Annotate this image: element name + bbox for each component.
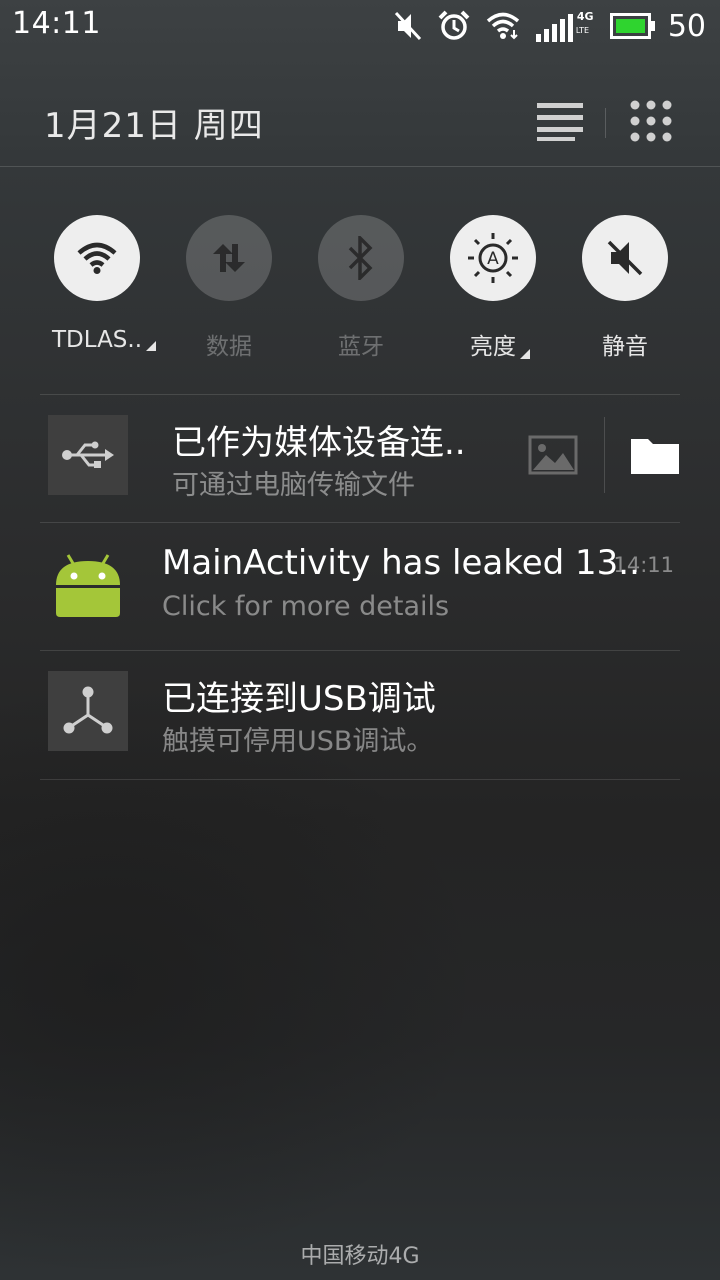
notification-leak[interactable]: MainActivity has leaked 13.. Click for m…	[40, 522, 680, 651]
network-type-label: 4G	[576, 10, 594, 23]
carrier-label: 中国移动4G	[300, 1244, 420, 1269]
bluetooth-icon	[348, 236, 373, 280]
wifi-icon	[486, 12, 520, 40]
image-button[interactable]	[528, 435, 578, 475]
toggle-brightness-text: 亮度	[470, 334, 516, 360]
grid-icon	[630, 100, 672, 142]
wifi-icon	[77, 242, 117, 274]
toggle-bluetooth[interactable]: 蓝牙	[296, 215, 426, 361]
action-divider	[604, 417, 605, 493]
toggle-bluetooth-button[interactable]	[318, 215, 404, 301]
toggle-mute-button[interactable]	[582, 215, 668, 301]
list-button[interactable]	[535, 98, 585, 144]
header-divider	[605, 108, 606, 138]
mute-icon	[394, 11, 422, 41]
usb-icon	[48, 415, 128, 495]
toggle-brightness-button[interactable]: A	[450, 215, 536, 301]
mute-icon	[607, 240, 643, 276]
battery-icon	[609, 13, 656, 39]
alarm-icon	[438, 10, 470, 42]
signal-4g-icon: 4G LTE	[535, 10, 594, 42]
toggle-brightness-label: 亮度	[470, 327, 530, 361]
grid-button[interactable]	[626, 98, 676, 144]
battery-percent: 50	[667, 8, 706, 44]
data-icon	[213, 244, 245, 272]
toggle-data[interactable]: 数据	[164, 215, 294, 361]
notification-subtitle: 可通过电脑传输文件	[172, 470, 415, 501]
toggle-data-label: 数据	[206, 334, 252, 360]
image-icon	[528, 435, 578, 475]
quick-settings: TDLAS.. 数据 蓝牙 A 亮度 静音	[0, 215, 720, 365]
toggle-data-button[interactable]	[186, 215, 272, 301]
notification-title: MainActivity has leaked 13..	[162, 543, 640, 583]
notification-usb-media[interactable]: 已作为媒体设备连.. 可通过电脑传输文件	[40, 394, 680, 523]
folder-icon	[631, 439, 679, 474]
notification-subtitle: Click for more details	[162, 591, 450, 622]
toggle-wifi-button[interactable]	[54, 215, 140, 301]
debug-icon	[48, 671, 128, 751]
status-icons: 4G LTE 50	[394, 8, 706, 44]
android-icon	[48, 543, 128, 623]
list-icon	[537, 103, 583, 141]
status-bar: 14:11 4G LTE 50	[0, 0, 720, 52]
notification-usb-debug[interactable]: 已连接到USB调试 触摸可停用USB调试。	[40, 650, 680, 780]
notification-header: 1月21日 周四	[0, 80, 720, 167]
status-time: 14:11	[12, 6, 101, 41]
toggle-mute[interactable]: 静音	[560, 215, 690, 361]
date-label: 1月21日 周四	[44, 106, 264, 146]
toggle-wifi[interactable]: TDLAS..	[32, 215, 162, 353]
toggle-wifi-text: TDLAS..	[51, 327, 143, 353]
toggle-mute-label: 静音	[602, 334, 648, 360]
toggle-wifi-menu-indicator[interactable]	[146, 341, 157, 351]
network-lte-label: LTE	[575, 26, 590, 35]
folder-button[interactable]	[630, 435, 680, 475]
toggle-bluetooth-label: 蓝牙	[338, 334, 384, 360]
notification-title: 已作为媒体设备连..	[172, 423, 466, 463]
toggle-brightness[interactable]: A 亮度	[428, 215, 558, 361]
notification-subtitle: 触摸可停用USB调试。	[162, 726, 434, 757]
notification-title: 已连接到USB调试	[162, 679, 436, 719]
svg-text:A: A	[487, 249, 499, 269]
toggle-brightness-menu-indicator[interactable]	[520, 349, 530, 359]
brightness-icon: A	[468, 233, 518, 283]
notification-time: 14:11	[613, 553, 674, 577]
toggle-wifi-label: TDLAS..	[51, 327, 157, 353]
